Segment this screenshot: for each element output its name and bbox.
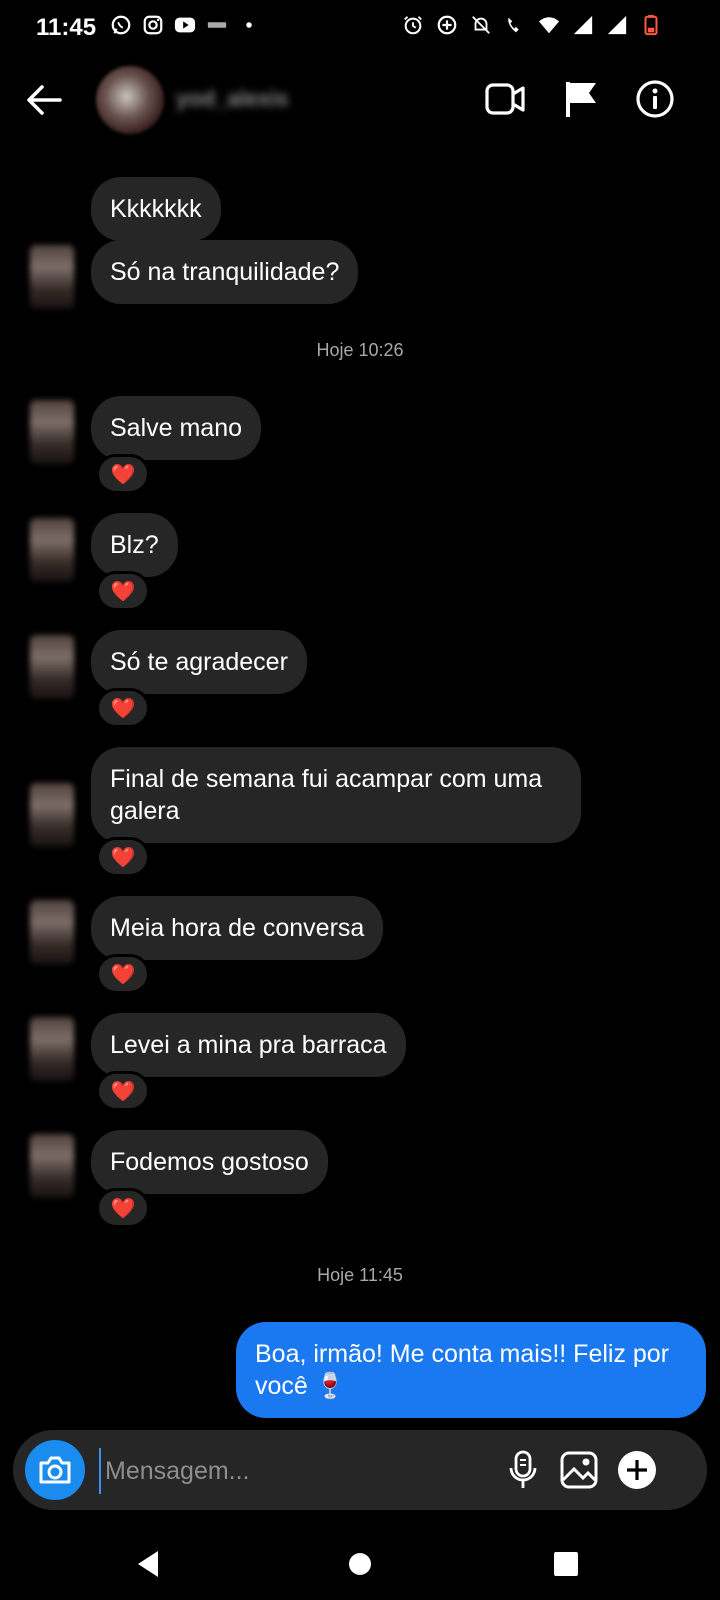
sender-avatar[interactable]	[30, 900, 74, 964]
system-nav-bar	[0, 1530, 720, 1600]
add-button[interactable]	[613, 1446, 661, 1494]
sender-avatar[interactable]	[30, 518, 74, 582]
gallery-button[interactable]	[555, 1446, 603, 1494]
message-composer	[13, 1430, 707, 1510]
heart-icon: ❤️	[110, 463, 136, 486]
camera-button[interactable]	[25, 1440, 85, 1500]
message-list[interactable]: Kkkkkkk Só na tranquilidade? Hoje 10:26 …	[0, 0, 720, 1420]
message-input[interactable]	[99, 1448, 477, 1494]
sender-avatar[interactable]	[30, 1017, 74, 1081]
heart-icon: ❤️	[110, 697, 136, 720]
incoming-message[interactable]: Só na tranquilidade?	[91, 240, 359, 304]
heart-icon: ❤️	[110, 1197, 136, 1220]
heart-reaction[interactable]: ❤️	[96, 454, 150, 494]
incoming-message[interactable]: Blz?	[91, 513, 178, 577]
sender-avatar[interactable]	[30, 783, 74, 847]
square-recents-icon	[554, 1552, 578, 1576]
heart-reaction[interactable]: ❤️	[96, 837, 150, 877]
sender-avatar[interactable]	[30, 400, 74, 464]
heart-icon: ❤️	[110, 580, 136, 603]
heart-icon: ❤️	[110, 846, 136, 869]
triangle-back-icon	[138, 1551, 158, 1577]
timestamp: Hoje 11:45	[317, 1265, 403, 1285]
heart-reaction[interactable]: ❤️	[96, 571, 150, 611]
incoming-message[interactable]: Fodemos gostoso	[91, 1130, 328, 1194]
timestamp: Hoje 10:26	[316, 340, 404, 360]
image-icon	[560, 1451, 598, 1489]
incoming-message[interactable]: Levei a mina pra barraca	[91, 1013, 406, 1077]
incoming-message[interactable]: Kkkkkkk	[91, 177, 221, 241]
heart-reaction[interactable]: ❤️	[96, 688, 150, 728]
camera-icon	[39, 1456, 71, 1484]
sender-avatar[interactable]	[30, 635, 74, 699]
heart-icon: ❤️	[110, 963, 136, 986]
circle-home-icon	[349, 1553, 371, 1575]
heart-reaction[interactable]: ❤️	[96, 954, 150, 994]
incoming-message[interactable]: Só te agradecer	[91, 630, 307, 694]
microphone-icon	[509, 1450, 537, 1488]
voice-message-button[interactable]	[499, 1446, 547, 1494]
heart-reaction[interactable]: ❤️	[96, 1188, 150, 1228]
outgoing-message[interactable]: Boa, irmão! Me conta mais!! Feliz por vo…	[236, 1322, 706, 1418]
sender-avatar[interactable]	[30, 1134, 74, 1198]
nav-home-button[interactable]	[340, 1544, 380, 1584]
nav-recents-button[interactable]	[546, 1544, 586, 1584]
incoming-message[interactable]: Final de semana fui acampar com uma gale…	[91, 747, 581, 843]
nav-back-button[interactable]	[128, 1544, 168, 1584]
heart-icon: ❤️	[110, 1080, 136, 1103]
incoming-message[interactable]: Meia hora de conversa	[91, 896, 384, 960]
heart-reaction[interactable]: ❤️	[96, 1071, 150, 1111]
incoming-message[interactable]: Salve mano	[91, 396, 262, 460]
sender-avatar[interactable]	[30, 245, 74, 309]
plus-circle-icon	[618, 1451, 656, 1489]
